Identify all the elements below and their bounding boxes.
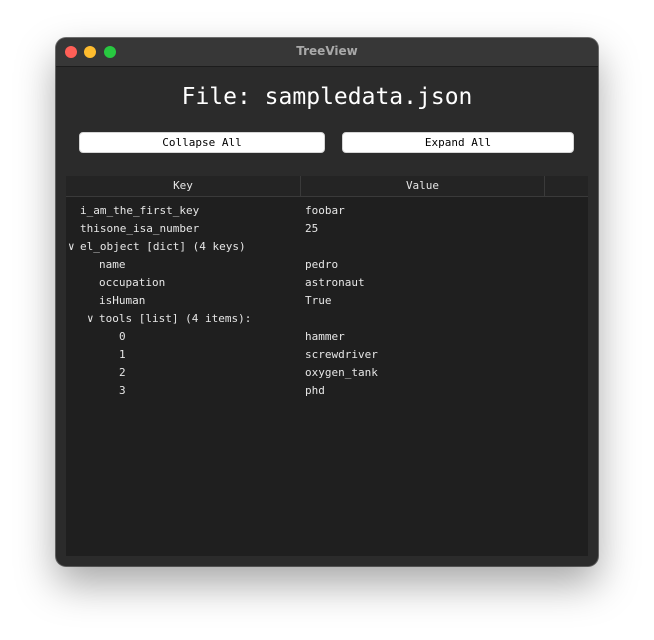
collapse-all-button[interactable]: Collapse All [79,132,325,153]
window-title: TreeView [296,44,358,58]
chevron-down-icon[interactable]: ∨ [68,238,75,256]
row-key: tools [list] (4 items): [99,312,252,325]
row-value: foobar [305,204,345,217]
row-key: el_object [dict] (4 keys) [80,240,246,253]
tree-row[interactable]: name pedro [66,256,588,274]
row-value: astronaut [305,276,365,289]
row-key: occupation [99,276,166,289]
row-value: hammer [305,330,345,343]
row-value: oxygen_tank [305,366,378,379]
tree-row[interactable]: 3 phd [66,382,588,400]
expand-all-button[interactable]: Expand All [342,132,574,153]
file-title: File: sampledata.json [181,84,473,110]
row-value: True [305,294,332,307]
tree-row[interactable]: 1 screwdriver [66,346,588,364]
tree-row[interactable]: thisone_isa_number 25 [66,220,588,238]
row-value: 25 [305,222,319,235]
tree-row-tools[interactable]: ∨ tools [list] (4 items): [66,310,588,328]
tree-row[interactable]: 0 hammer [66,328,588,346]
row-key: 0 [119,330,126,343]
row-value: phd [305,384,325,397]
row-key: 1 [119,348,126,361]
tree-row[interactable]: occupation astronaut [66,274,588,292]
row-value: pedro [305,258,339,271]
tree-header: Key Value [66,176,588,197]
row-value: screwdriver [305,348,378,361]
row-key: 3 [119,384,126,397]
row-key: name [99,258,126,271]
tree-row[interactable]: 2 oxygen_tank [66,364,588,382]
row-key: isHuman [99,294,146,307]
title-bar[interactable]: TreeView [56,38,598,67]
row-key: thisone_isa_number [80,222,200,235]
tree-view[interactable]: Key Value i_am_the_first_key foobar this… [66,176,588,556]
column-header-extra[interactable] [545,176,588,196]
tree-row[interactable]: i_am_the_first_key foobar [66,202,588,220]
tree-row[interactable]: isHuman True [66,292,588,310]
column-header-value[interactable]: Value [301,176,545,196]
column-header-key[interactable]: Key [66,176,301,196]
chevron-down-icon[interactable]: ∨ [87,310,94,328]
row-key: 2 [119,366,126,379]
tree-row-el-object[interactable]: ∨ el_object [dict] (4 keys) [66,238,588,256]
row-key: i_am_the_first_key [80,204,200,217]
treeview-window: TreeView File: sampledata.json Collapse … [56,38,598,566]
